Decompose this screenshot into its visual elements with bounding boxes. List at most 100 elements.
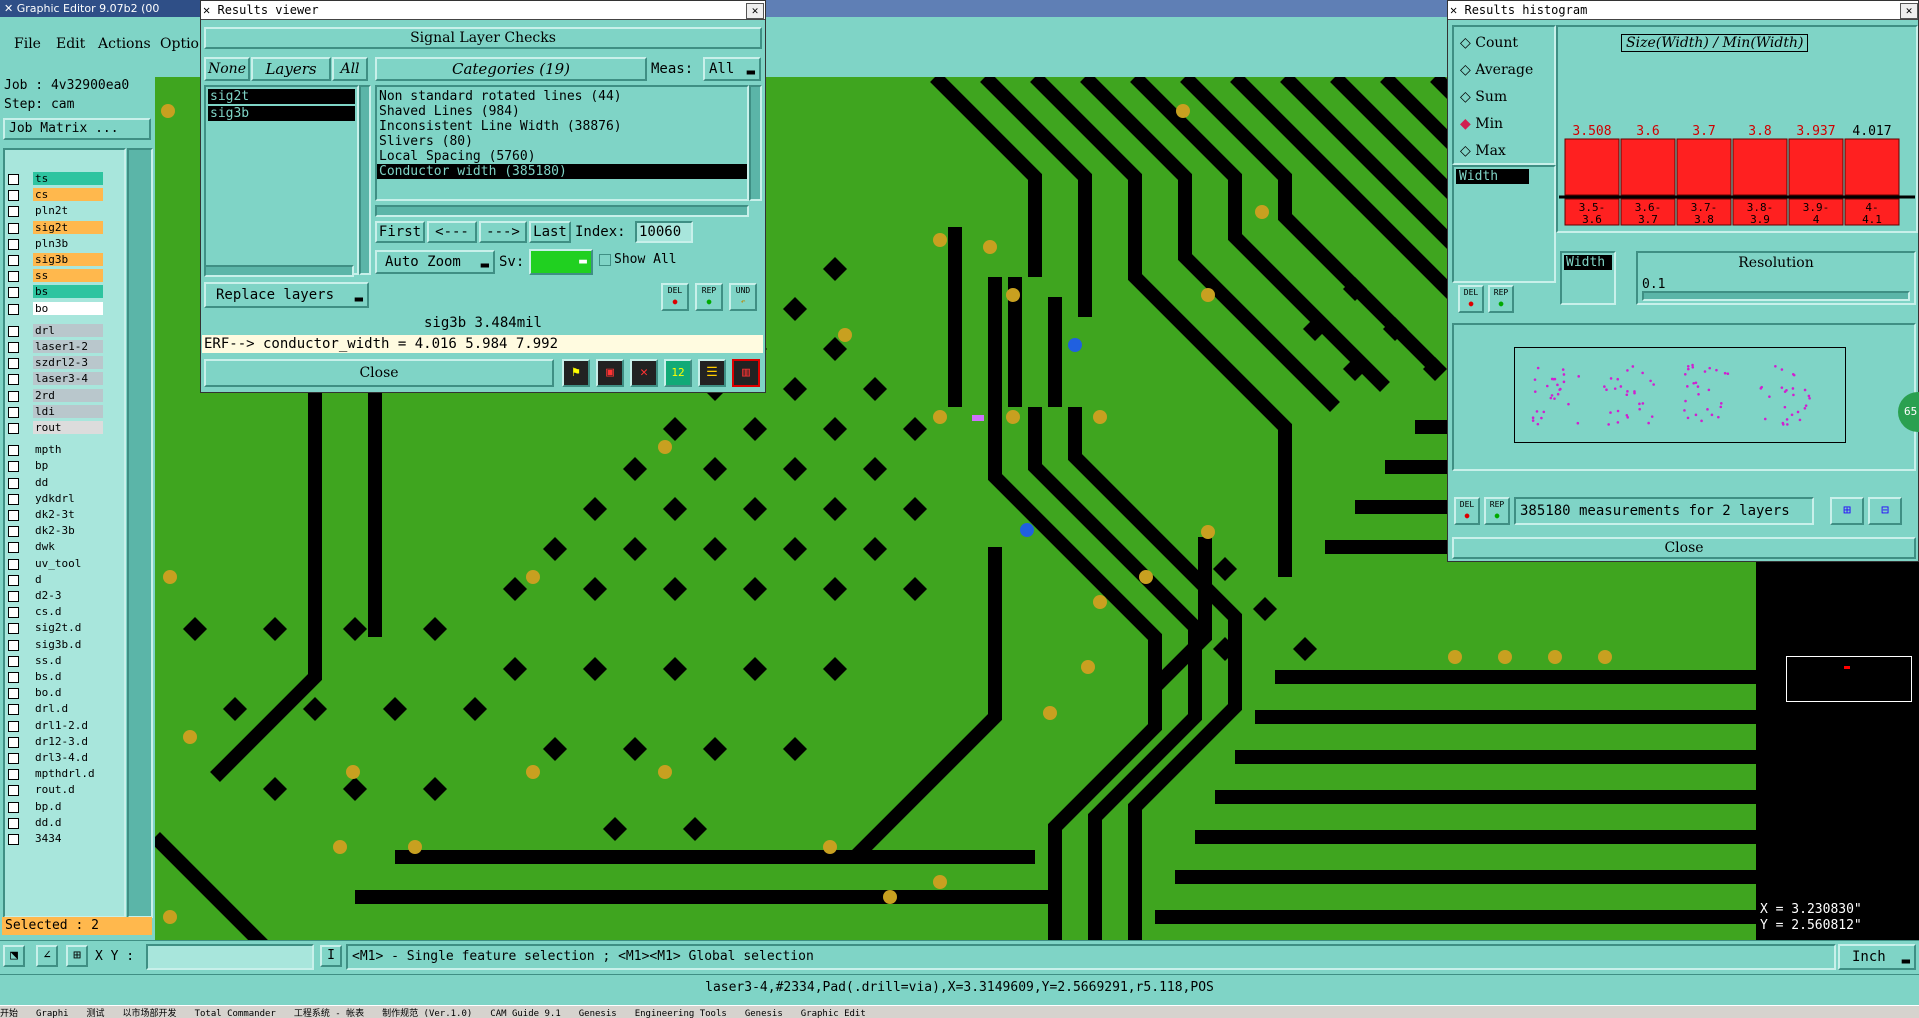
taskbar-item[interactable]: 制作规范 (Ver.1.0)	[382, 1006, 472, 1018]
layer-checkbox[interactable]	[8, 558, 19, 570]
results-viewer-close-icon[interactable]: ✕	[746, 3, 764, 19]
histogram-bar[interactable]	[1788, 138, 1844, 196]
menu-edit[interactable]: Edit	[56, 36, 85, 52]
layer-checkbox[interactable]	[8, 688, 19, 700]
none-button[interactable]: None	[204, 57, 250, 81]
layer-checkbox[interactable]	[8, 342, 19, 353]
layers-button[interactable]: Layers	[251, 57, 331, 81]
zoom-out-icon[interactable]: ⊟	[1868, 497, 1902, 525]
histogram-del-button[interactable]: DEL ●	[1458, 285, 1484, 313]
layer-name[interactable]: sig3b.d	[33, 637, 103, 651]
layer-checkbox[interactable]	[8, 623, 19, 635]
list-item[interactable]: sig2t	[208, 89, 355, 104]
results-layer-list[interactable]: sig2t sig3b	[204, 85, 359, 275]
taskbar-item[interactable]: 工程系统 - 帐表	[294, 1006, 364, 1018]
opt-min[interactable]: ◆ Min	[1460, 116, 1503, 132]
categories-list[interactable]: Non standard rotated lines (44) Shaved L…	[375, 85, 749, 201]
layer-name[interactable]: bp	[33, 459, 103, 473]
histogram-close-icon[interactable]: ✕	[1900, 3, 1918, 19]
layer-name[interactable]: ydkdrl	[33, 491, 103, 505]
histogram-icon[interactable]: ▥	[732, 359, 760, 387]
layer-checkbox[interactable]	[8, 358, 19, 370]
results-layer-scrollbar[interactable]	[359, 85, 371, 275]
layer-name[interactable]: ts	[33, 172, 103, 185]
layer-name[interactable]: szdrl2-3	[33, 356, 103, 370]
layer-name[interactable]: dd	[33, 475, 103, 489]
histogram-bar[interactable]	[1620, 138, 1676, 196]
units-dropdown[interactable]: Inch ▬	[1838, 944, 1916, 970]
layer-name[interactable]: 3434	[33, 832, 103, 845]
category-item-selected[interactable]: Conductor width (385180)	[377, 164, 747, 179]
layer-name[interactable]: laser1-2	[33, 340, 103, 353]
layer-checkbox[interactable]	[8, 801, 19, 813]
categories-scrollbar[interactable]	[749, 85, 762, 201]
layer-name[interactable]: bs.d	[33, 670, 103, 683]
histogram-bar[interactable]	[1564, 138, 1620, 196]
layer-checkbox[interactable]	[8, 753, 19, 764]
pcb-error-marker[interactable]	[972, 415, 984, 421]
category-item[interactable]: Shaved Lines (984)	[377, 104, 747, 119]
resolution-width-field[interactable]: Width	[1560, 251, 1616, 305]
layer-checkbox[interactable]	[8, 574, 19, 586]
category-item[interactable]: Non standard rotated lines (44)	[377, 89, 747, 104]
layer-name[interactable]: laser3-4	[33, 372, 103, 386]
layer-checkbox[interactable]	[8, 639, 19, 651]
layer-checkbox[interactable]	[8, 423, 19, 434]
histogram-close-button[interactable]: Close	[1452, 537, 1916, 559]
layer-name[interactable]: mpth	[33, 443, 103, 457]
list-item[interactable]: sig3b	[208, 106, 355, 121]
results-viewer-titlebar[interactable]: ✕ Results viewer	[201, 1, 765, 20]
layer-checkbox[interactable]	[8, 174, 19, 185]
flag-icon[interactable]: ⚑	[562, 359, 590, 387]
layer-checkbox[interactable]	[8, 542, 19, 554]
und-button[interactable]: UND ↶	[729, 283, 757, 311]
layer-checkbox[interactable]	[8, 704, 19, 716]
rep-button[interactable]: REP ●	[695, 283, 723, 311]
layer-checkbox[interactable]	[8, 493, 19, 505]
layer-name[interactable]: ldi	[33, 404, 103, 418]
layer-checkbox[interactable]	[8, 736, 19, 748]
layer-name[interactable]: dk2-3t	[33, 508, 103, 521]
layer-name[interactable]: rout.d	[33, 783, 103, 797]
layer-checkbox[interactable]	[8, 303, 19, 315]
category-item[interactable]: Inconsistent Line Width (38876)	[377, 119, 747, 134]
opt-sum[interactable]: ◇ Sum	[1460, 89, 1507, 105]
zoom-fit-icon[interactable]: ⊞	[1830, 497, 1864, 525]
categories-hscroll[interactable]	[375, 205, 749, 217]
layer-name[interactable]: ss	[33, 269, 103, 283]
layer-checkbox[interactable]	[8, 720, 19, 732]
cross-icon[interactable]: ✕	[630, 359, 658, 387]
opt-count[interactable]: ◇ Count	[1460, 35, 1518, 51]
layer-name[interactable]: uv_tool	[33, 556, 103, 570]
histogram-titlebar[interactable]: ✕ Results histogram	[1448, 1, 1918, 20]
layer-checkbox[interactable]	[8, 238, 19, 250]
replace-layers-dropdown[interactable]: Replace layers ▬	[204, 282, 369, 308]
index-input[interactable]: 10060	[635, 221, 693, 243]
show-all-checkbox[interactable]	[599, 254, 611, 266]
measure-tool-icon[interactable]: ∠	[36, 945, 58, 967]
delete-all-icon[interactable]: ▣	[596, 359, 624, 387]
layer-checkbox[interactable]	[8, 390, 19, 402]
opt-average[interactable]: ◇ Average	[1460, 62, 1533, 78]
count-icon[interactable]: 12	[664, 359, 692, 387]
layer-checkbox[interactable]	[8, 607, 19, 619]
overview-frame[interactable]	[1786, 656, 1912, 702]
layer-name[interactable]: dk2-3b	[33, 524, 103, 538]
layer-name[interactable]: bs	[33, 285, 103, 299]
layer-checkbox[interactable]	[8, 206, 19, 218]
histogram-bar[interactable]	[1844, 138, 1900, 196]
layer-name[interactable]: drl	[33, 323, 103, 337]
layer-name[interactable]: sig3b	[33, 253, 103, 266]
layer-name[interactable]: sig2t	[33, 220, 103, 234]
layer-checkbox[interactable]	[8, 655, 19, 667]
layer-name[interactable]: dd.d	[33, 815, 103, 829]
layer-name[interactable]: bp.d	[33, 799, 103, 813]
layer-name[interactable]: cs	[33, 188, 103, 202]
category-item[interactable]: Local Spacing (5760)	[377, 149, 747, 164]
grid-tool-icon[interactable]: ⊞	[66, 945, 88, 967]
layer-scrollbar[interactable]	[127, 148, 153, 918]
auto-zoom-dropdown[interactable]: Auto Zoom ▬	[375, 250, 495, 274]
layer-checkbox[interactable]	[8, 271, 19, 283]
layer-name[interactable]: drl3-4.d	[33, 751, 103, 764]
layer-checkbox[interactable]	[8, 785, 19, 797]
